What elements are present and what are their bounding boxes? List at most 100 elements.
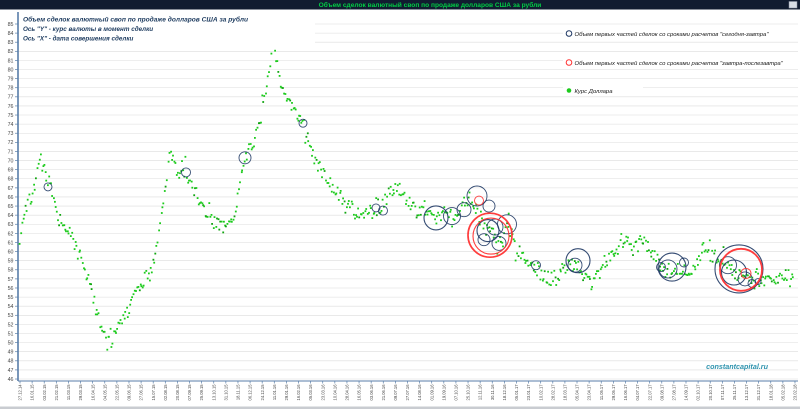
- usd-rate-point: [646, 250, 648, 252]
- usd-rate-point: [436, 223, 438, 225]
- usd-rate-point: [632, 254, 634, 256]
- usd-rate-point: [148, 273, 150, 275]
- usd-rate-point: [71, 232, 73, 234]
- usd-rate-point: [405, 203, 407, 205]
- usd-rate-point: [19, 243, 21, 245]
- today-tomorrow-bubble: [44, 183, 52, 191]
- x-tick-label: 16.01.15: [30, 384, 35, 401]
- usd-rate-point: [468, 197, 470, 199]
- usd-rate-point: [227, 223, 229, 225]
- usd-rate-point: [624, 242, 626, 244]
- usd-rate-point: [629, 243, 631, 245]
- usd-rate-point: [551, 272, 553, 274]
- usd-rate-point: [747, 275, 749, 277]
- usd-rate-point: [349, 206, 351, 208]
- usd-rate-point: [414, 206, 416, 208]
- green-dot-marker-icon: [567, 88, 572, 93]
- usd-rate-point: [777, 282, 779, 284]
- usd-rate-point: [599, 277, 601, 279]
- usd-rate-point: [51, 195, 53, 197]
- y-tick-label: 61: [8, 240, 14, 246]
- usd-rate-point: [321, 176, 323, 178]
- usd-rate-point: [191, 181, 193, 183]
- usd-rate-point: [527, 265, 529, 267]
- window-control-button[interactable]: [789, 2, 797, 9]
- usd-rate-point: [622, 246, 624, 248]
- x-tick-label: 11.03.15: [66, 384, 71, 400]
- usd-rate-point: [79, 250, 81, 252]
- usd-rate-point: [323, 168, 325, 170]
- usd-rate-point: [24, 214, 26, 216]
- usd-rate-point: [348, 200, 350, 202]
- usd-rate-point: [354, 218, 356, 220]
- usd-rate-point: [244, 161, 246, 163]
- usd-rate-point: [363, 217, 365, 219]
- usd-rate-point: [655, 260, 657, 262]
- x-tick-label: 23.02.18: [793, 384, 798, 401]
- usd-rate-point: [631, 249, 633, 251]
- y-tick-label: 49: [8, 350, 14, 356]
- usd-rate-point: [726, 267, 728, 269]
- usd-rate-point: [313, 163, 315, 165]
- usd-rate-point: [154, 253, 156, 255]
- usd-rate-point: [620, 233, 622, 235]
- usd-rate-point: [54, 201, 56, 203]
- usd-rate-point: [399, 183, 401, 185]
- usd-rate-point: [119, 322, 121, 324]
- gridlines: [18, 24, 798, 379]
- usd-rate-point: [423, 206, 425, 208]
- usd-rate-point: [707, 251, 709, 253]
- usd-rate-point: [287, 98, 289, 100]
- usd-rate-point: [263, 95, 265, 97]
- usd-rate-point: [69, 227, 71, 229]
- usd-rate-point: [260, 122, 262, 124]
- usd-rate-point: [140, 284, 142, 286]
- usd-rate-point: [311, 155, 313, 157]
- usd-rate-point: [525, 262, 527, 264]
- usd-rate-point: [75, 241, 77, 243]
- x-tick-label: 29.03.15: [78, 384, 83, 401]
- usd-rate-point: [355, 214, 357, 216]
- usd-rate-point: [121, 323, 123, 325]
- y-tick-label: 78: [8, 86, 14, 92]
- usd-rate-point: [128, 312, 130, 314]
- usd-rate-point: [650, 252, 652, 254]
- usd-rate-point: [495, 241, 497, 243]
- usd-rate-point: [606, 261, 608, 263]
- usd-rate-point: [133, 293, 135, 295]
- usd-rate-point: [169, 152, 171, 154]
- tomorrow-aftertomorrow-volume-bubbles: [468, 196, 762, 291]
- usd-rate-point: [93, 302, 95, 304]
- x-tick-label: 21.06.16: [381, 384, 386, 401]
- usd-rate-point: [74, 248, 76, 250]
- usd-rate-point: [122, 314, 124, 316]
- usd-rate-point: [126, 307, 128, 309]
- usd-rate-point: [650, 256, 652, 258]
- usd-rate-point: [546, 282, 548, 284]
- x-tick-label: 18.11.15: [236, 384, 241, 400]
- usd-rate-point: [246, 159, 248, 161]
- usd-rate-point: [346, 206, 348, 208]
- usd-rate-point: [108, 336, 110, 338]
- usd-rate-point: [608, 253, 610, 255]
- usd-rate-point: [314, 157, 316, 159]
- usd-rate-point: [617, 253, 619, 255]
- x-tick-label: 29.01.16: [284, 384, 289, 401]
- usd-rate-point: [45, 180, 47, 182]
- usd-rate-point: [70, 235, 72, 237]
- usd-rate-point: [449, 211, 451, 213]
- usd-rate-point: [513, 238, 515, 240]
- x-tick-label: 13.12.17: [744, 384, 749, 401]
- usd-rate-point: [235, 211, 237, 213]
- usd-rate-point: [712, 261, 714, 263]
- y-tick-label: 79: [8, 77, 14, 83]
- usd-rate-point: [699, 259, 701, 261]
- usd-rate-point: [187, 182, 189, 184]
- usd-rate-point: [368, 212, 370, 214]
- x-tick-label: 25.09.15: [199, 384, 204, 401]
- usd-rate-point: [615, 252, 617, 254]
- usd-rate-point: [611, 250, 613, 252]
- chart-window: Объем сделок валютный своп по продаже до…: [0, 0, 800, 409]
- x-tick-label: 25.10.16: [466, 384, 471, 401]
- y-tick-label: 62: [8, 231, 14, 237]
